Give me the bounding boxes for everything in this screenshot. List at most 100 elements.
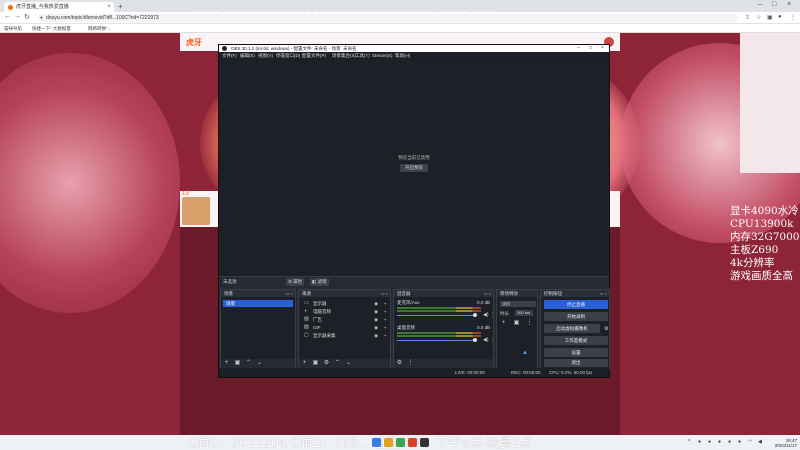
virtual-camera-button[interactable]: 启动虚拟摄像机 (544, 324, 600, 333)
clock[interactable]: 16:47 2023/11/17 (773, 438, 797, 448)
app-icon[interactable] (408, 438, 417, 447)
more-icon[interactable]: ⋮ (407, 360, 414, 367)
speaker-icon[interactable]: ◀) (483, 337, 489, 343)
app-icon[interactable] (396, 438, 405, 447)
settings-button[interactable]: 设置 (544, 348, 608, 357)
back-icon[interactable]: ← (4, 13, 11, 20)
gear-icon[interactable]: ⚙ (323, 360, 330, 367)
maximize-icon[interactable]: □ (772, 1, 776, 8)
bookmark-item[interactable]: 猫咪导航 (4, 24, 22, 33)
remove-icon[interactable]: ▣ (513, 320, 520, 327)
source-item[interactable]: ◖ 电脑音频 ◉ ▪ (301, 308, 388, 315)
visibility-icon[interactable]: ◉ (374, 316, 378, 323)
source-item[interactable]: ▨ 广告 ◉ ▪ (301, 316, 388, 323)
app-icon[interactable] (384, 438, 393, 447)
star-icon[interactable]: ☆ (756, 14, 761, 21)
close-window-icon[interactable]: × (601, 45, 604, 52)
bookmark-item[interactable]: 快捷一下" 大数据量 (32, 24, 71, 33)
add-icon[interactable]: + (301, 360, 308, 367)
volume-slider-handle[interactable] (473, 338, 477, 342)
start-recording-button[interactable]: 开始录制 (544, 312, 608, 321)
tray-icon[interactable]: ● (738, 439, 741, 445)
scene-item[interactable]: 场景 (223, 300, 293, 307)
tray-icon[interactable]: ● (718, 439, 721, 445)
source-item[interactable]: ▢ 显示器采集 ◉ ▪ (301, 332, 388, 339)
obs-preview[interactable]: 预览当前已禁用 开启预览 (219, 60, 609, 276)
wifi-icon[interactable]: ◠ (748, 439, 752, 445)
gear-icon[interactable]: ⚙ (604, 326, 608, 332)
move-up-icon[interactable]: ⌃ (334, 360, 341, 367)
lock-icon[interactable]: ▪ (384, 316, 386, 323)
visibility-icon[interactable]: ◉ (374, 308, 378, 315)
remove-icon[interactable]: ▣ (234, 360, 241, 367)
dock-controls-icon[interactable]: ▭ × (484, 290, 491, 297)
volume-slider-handle[interactable] (473, 313, 477, 317)
duration-input[interactable]: 300 ms (515, 310, 533, 316)
anchor-avatar[interactable] (182, 197, 210, 225)
chevron-up-icon[interactable]: ^ (688, 439, 690, 445)
menu-file[interactable]: 文件(F) (222, 52, 237, 60)
menu-docks[interactable]: 停靠窗口(D) (276, 52, 300, 60)
filters-button[interactable]: ◧ 滤镜 (310, 278, 329, 286)
stop-streaming-button[interactable]: 停止直播 (544, 300, 608, 309)
menu-view[interactable]: 视图(V) (258, 52, 273, 60)
extension-icon[interactable]: ▣ (767, 14, 773, 21)
speaker-icon[interactable]: ◀ (758, 439, 762, 445)
lock-icon[interactable]: ▪ (384, 300, 386, 307)
add-icon[interactable]: + (223, 360, 230, 367)
visibility-icon[interactable]: ◉ (374, 332, 378, 339)
gear-icon[interactable]: ⚙ (396, 360, 403, 367)
menu-profile[interactable]: 配置文件(P) (302, 52, 326, 60)
gear-icon[interactable]: ⋮ (490, 337, 495, 343)
transition-select[interactable]: 淡出 (500, 301, 536, 307)
browser-tab[interactable]: 虎牙直播_与我热爱直播 × (4, 2, 114, 12)
forward-icon[interactable]: → (14, 13, 21, 20)
dock-controls-icon[interactable]: ▭ × (286, 290, 293, 297)
enable-preview-button[interactable]: 开启预览 (400, 164, 428, 172)
menu-stream[interactable]: Stream(S) (372, 52, 393, 60)
dock-controls-icon[interactable]: ▭ × (600, 290, 607, 297)
properties-button[interactable]: ⚙ 属性 (286, 278, 305, 286)
speaker-icon[interactable]: ◀) (483, 312, 489, 318)
source-item[interactable]: ▨ GIF ◉ ▪ (301, 324, 388, 331)
move-down-icon[interactable]: ⌄ (345, 360, 352, 367)
exit-button[interactable]: 退出 (544, 359, 608, 367)
volume-slider[interactable] (397, 340, 475, 341)
site-logo[interactable]: 虎牙 (186, 37, 202, 48)
tray-icon[interactable]: ● (698, 439, 701, 445)
source-item[interactable]: ▭ 显示器 ◉ ▪ (301, 300, 388, 307)
add-icon[interactable]: + (500, 320, 507, 327)
menu-help[interactable]: 帮助(H) (395, 52, 410, 60)
new-tab-icon[interactable]: + (118, 2, 123, 11)
lock-icon[interactable]: ▪ (384, 324, 386, 331)
bookmark-item[interactable]: 网络转换"... (88, 24, 111, 33)
move-down-icon[interactable]: ⌄ (256, 360, 263, 367)
studio-mode-button[interactable]: 工作室模式 (544, 336, 608, 345)
minimize-icon[interactable]: – (577, 45, 580, 52)
remove-icon[interactable]: ▣ (312, 360, 319, 367)
app-icon[interactable] (420, 438, 429, 447)
minimize-icon[interactable]: – (758, 1, 762, 8)
menu-tools[interactable]: 工具(T) (355, 52, 370, 60)
menu-icon[interactable]: ⋮ (790, 14, 796, 21)
obs-titlebar[interactable]: OBS 30.1.2 (64-bit, windows) - 配置文件: 未命名… (219, 45, 609, 52)
share-icon[interactable]: ⇪ (745, 14, 750, 21)
close-window-icon[interactable]: × (787, 1, 791, 8)
lock-icon[interactable]: ▪ (384, 308, 386, 315)
tray-icon[interactable]: ● (728, 439, 731, 445)
menu-scene-collection[interactable]: 场景集合(S) (332, 52, 356, 60)
lock-icon[interactable]: ▪ (384, 332, 386, 339)
menu-edit[interactable]: 编辑(E) (240, 52, 255, 60)
visibility-icon[interactable]: ◉ (374, 324, 378, 331)
app-icon[interactable] (372, 438, 381, 447)
volume-slider[interactable] (397, 315, 475, 316)
more-icon[interactable]: ⋮ (526, 320, 533, 327)
close-icon[interactable]: × (107, 2, 111, 12)
profile-icon[interactable]: ● (778, 14, 782, 20)
visibility-icon[interactable]: ◉ (374, 300, 378, 307)
maximize-icon[interactable]: □ (589, 45, 592, 52)
tray-icon[interactable]: ● (708, 439, 711, 445)
gear-icon[interactable]: ⋮ (490, 312, 495, 318)
dock-controls-icon[interactable]: ▭ × (381, 290, 388, 297)
reload-icon[interactable]: ↻ (24, 13, 30, 21)
